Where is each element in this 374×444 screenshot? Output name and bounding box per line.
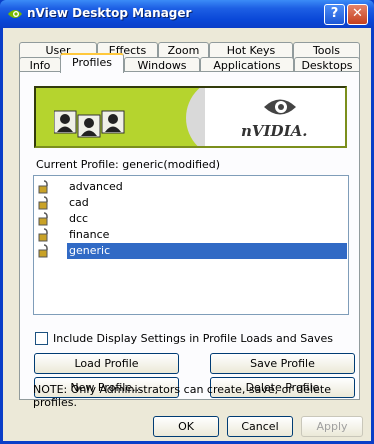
nvidia-banner: nVIDIA. [34,86,347,148]
profile-list[interactable]: advanced cad dcc finance generic [33,175,349,315]
button-label: Cancel [241,420,279,433]
banner-logo-area: nVIDIA. [205,88,345,146]
button-label: Apply [316,420,348,433]
list-item-selected[interactable]: generic [34,243,348,259]
checkbox-label: Include Display Settings in Profile Load… [53,332,333,345]
cancel-button[interactable]: Cancel [227,416,293,437]
load-profile-button[interactable]: Load Profile [34,353,179,374]
lock-icon [38,196,48,210]
button-label: OK [178,420,194,433]
nvidia-app-icon [8,10,22,18]
save-profile-button[interactable]: Save Profile [210,353,355,374]
admin-note: NOTE: Only Administrators can create, sa… [33,383,331,409]
tab-label: Tools [312,44,341,57]
include-display-settings-checkbox[interactable] [35,332,48,345]
nvidia-logo-text: nVIDIA. [241,122,308,140]
profile-name: generic [69,244,111,257]
list-item[interactable]: finance [34,227,348,243]
profile-name: finance [69,228,110,241]
tab-profiles[interactable]: Profiles [60,53,124,73]
nvidia-eye-icon [264,99,296,115]
tab-label: Hot Keys [226,44,276,57]
button-label: Load Profile [74,357,139,370]
list-item[interactable]: advanced [34,179,348,195]
tab-label: Profiles [72,56,112,69]
dialog-client: User Interface Effects Zoom Hot Keys Too… [3,28,371,441]
close-button[interactable]: ✕ [347,4,368,25]
current-profile-label: Current Profile: generic(modified) [36,158,221,171]
lock-icon [38,228,48,242]
title-bar[interactable]: nView Desktop Manager ? ✕ [0,0,374,28]
list-item[interactable]: cad [34,195,348,211]
button-label: Save Profile [250,357,315,370]
ok-button[interactable]: OK [153,416,219,437]
lock-icon [38,180,48,194]
profile-name: dcc [69,212,89,225]
tab-label: Zoom [167,44,200,57]
window-title: nView Desktop Manager [27,6,192,20]
lock-icon [38,212,48,226]
list-item[interactable]: dcc [34,211,348,227]
help-button[interactable]: ? [324,4,345,25]
users-icon [54,110,125,138]
lock-icon [38,244,48,258]
profiles-panel: nVIDIA. Current Profile: generic(modifie… [19,71,360,400]
profile-name: cad [69,196,89,209]
profile-name: advanced [69,180,123,193]
nview-window: nView Desktop Manager ? ✕ User Interface… [0,0,374,444]
apply-button[interactable]: Apply [301,416,363,437]
